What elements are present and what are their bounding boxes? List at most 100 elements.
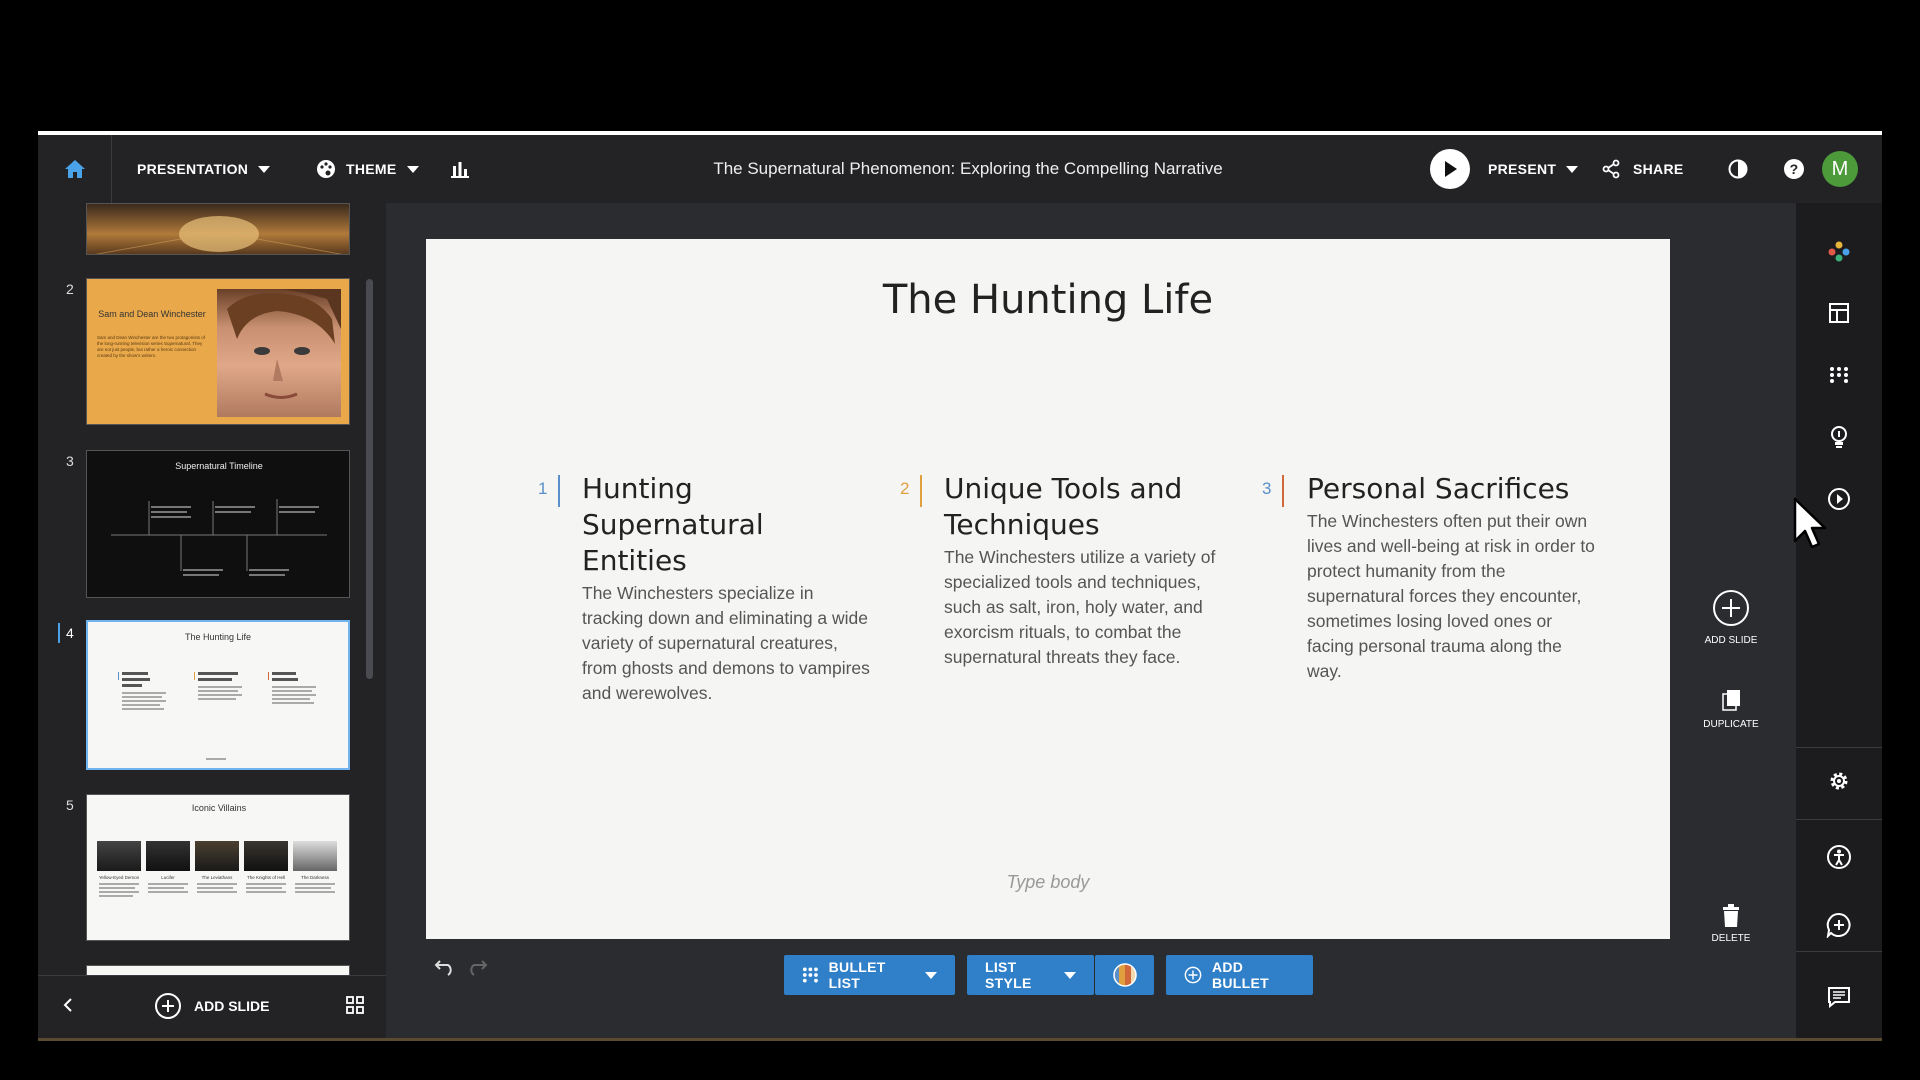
presentation-menu[interactable]: PRESENTATION (137, 135, 271, 203)
duplicate-label: DUPLICATE (1703, 719, 1759, 730)
redo-button[interactable] (466, 958, 488, 981)
share-label: SHARE (1633, 161, 1684, 177)
sidebar-divider (1796, 819, 1882, 820)
notes-button[interactable] (1796, 977, 1882, 1017)
column-number: 3 (1262, 479, 1272, 498)
plus-circle-icon (1713, 590, 1749, 626)
colors-icon (1828, 241, 1850, 262)
present-menu[interactable]: PRESENT (1488, 135, 1579, 203)
color-palette-button[interactable] (1095, 955, 1154, 995)
colors-button[interactable] (1796, 231, 1882, 271)
bar-chart-icon (451, 162, 469, 178)
list-style-label: LIST STYLE (985, 959, 1032, 991)
thumbnail-number: 2 (66, 281, 74, 297)
list-style-button[interactable]: LIST STYLE (967, 955, 1094, 995)
accessibility-icon (1827, 845, 1851, 869)
duplicate-icon (1722, 690, 1740, 711)
thumbnail-number: 4 (66, 625, 74, 641)
contrast-button[interactable] (1728, 135, 1748, 203)
chart-button[interactable] (450, 135, 470, 203)
delete-label: DELETE (1711, 933, 1751, 944)
tunnel-image (95, 216, 343, 254)
presentation-label: PRESENTATION (137, 161, 249, 177)
slide-thumbnail-1[interactable] (86, 203, 350, 255)
column-accent-bar (558, 475, 560, 507)
slide-title[interactable]: The Hunting Life (426, 277, 1670, 323)
slide-thumbnail-2[interactable]: Sam and Dean Winchester Sam and Dean Win… (86, 278, 350, 425)
thumbnail-number: 5 (66, 797, 74, 813)
chevron-down-icon (925, 971, 937, 979)
bullet-column-3[interactable]: Personal Sacrifices The Winchesters ofte… (1307, 471, 1597, 684)
body-placeholder[interactable]: Type body (426, 872, 1670, 893)
delete-button[interactable]: DELETE (1691, 904, 1771, 944)
column-number: 2 (900, 479, 910, 498)
share-button[interactable]: SHARE (1601, 135, 1684, 203)
slide-thumbnail-5[interactable]: Iconic Villains Yellow-Eyed Demon Lucife… (86, 794, 350, 941)
undo-button[interactable] (434, 958, 456, 981)
thumbnail-number: 3 (66, 453, 74, 469)
column-heading[interactable]: Hunting Supernatural Entities (582, 471, 872, 579)
slide-thumbnail-3[interactable]: Supernatural Timeline (86, 450, 350, 598)
duplicate-button[interactable]: DUPLICATE (1691, 688, 1771, 730)
bullet-list-button[interactable]: BULLET LIST (784, 955, 955, 995)
user-avatar[interactable]: M (1822, 151, 1858, 187)
bullets-button[interactable] (1796, 355, 1882, 395)
bullet-list-label: BULLET LIST (828, 959, 886, 991)
notes-icon (1828, 987, 1850, 1008)
plus-circle-icon (1184, 966, 1202, 984)
column-heading[interactable]: Personal Sacrifices (1307, 471, 1597, 507)
collapse-panel-button[interactable] (62, 996, 74, 1019)
home-button[interactable] (38, 135, 112, 203)
mouse-cursor-icon (1793, 497, 1827, 549)
add-bullet-label: ADD BULLET (1211, 959, 1269, 991)
document-title[interactable]: The Supernatural Phenomenon: Exploring t… (638, 135, 1298, 203)
ideas-button[interactable] (1796, 417, 1882, 457)
add-bullet-button[interactable]: ADD BULLET (1166, 955, 1313, 995)
slide-thumbnail-4[interactable]: The Hunting Life (86, 620, 350, 770)
add-slide-footer-button[interactable]: ADD SLIDE (154, 992, 269, 1020)
layout-icon (1829, 303, 1849, 323)
timeline-graphic (111, 499, 327, 576)
share-icon (1602, 159, 1620, 179)
settings-button[interactable] (1796, 761, 1882, 801)
thumbnail-scrollbar[interactable] (366, 279, 373, 679)
column-heading[interactable]: Unique Tools and Techniques (944, 471, 1234, 543)
theme-label: THEME (346, 161, 397, 177)
slide-thumbnail-panel: 2 Sam and Dean Winchester Sam and Dean W… (38, 203, 386, 1038)
slide-canvas[interactable]: The Hunting Life 1 Hunting Supernatural … (426, 239, 1670, 939)
layout-button[interactable] (1796, 293, 1882, 333)
home-icon (64, 160, 85, 178)
theme-menu[interactable]: THEME (316, 135, 419, 203)
bottom-strip (38, 1038, 1882, 1041)
bullet-column-1[interactable]: Hunting Supernatural Entities The Winche… (582, 471, 872, 706)
column-accent-bar (1282, 475, 1284, 507)
thumb-title: Sam and Dean Winchester (98, 309, 206, 319)
bullets-icon (802, 967, 818, 983)
add-comment-button[interactable] (1796, 905, 1882, 945)
column-body[interactable]: The Winchesters specialize in tracking d… (582, 581, 872, 706)
selection-indicator (58, 623, 60, 643)
help-button[interactable]: ? (1783, 135, 1805, 203)
grid-icon (346, 996, 364, 1014)
right-sidebar (1796, 203, 1882, 1038)
chevron-down-icon (1064, 971, 1076, 979)
plus-circle-icon (155, 993, 181, 1019)
trash-icon (1723, 904, 1739, 927)
grid-view-button[interactable] (346, 996, 364, 1019)
settings-icon (1830, 772, 1848, 790)
column-accent-bar (920, 475, 922, 507)
bullet-column-2[interactable]: Unique Tools and Techniques The Winchest… (944, 471, 1234, 670)
play-circle-icon (1828, 488, 1850, 510)
chevron-down-icon (258, 165, 271, 173)
column-body[interactable]: The Winchesters often put their own live… (1307, 509, 1597, 684)
play-button[interactable] (1430, 149, 1470, 189)
portrait-image (217, 287, 341, 417)
present-label: PRESENT (1488, 161, 1557, 177)
lightbulb-icon (1831, 426, 1847, 448)
add-slide-side-button[interactable]: ADD SLIDE (1691, 588, 1771, 646)
color-palette-icon (1112, 963, 1137, 987)
undo-icon (434, 960, 452, 976)
column-body[interactable]: The Winchesters utilize a variety of spe… (944, 545, 1234, 670)
chevron-down-icon (406, 165, 419, 173)
accessibility-button[interactable] (1796, 837, 1882, 877)
